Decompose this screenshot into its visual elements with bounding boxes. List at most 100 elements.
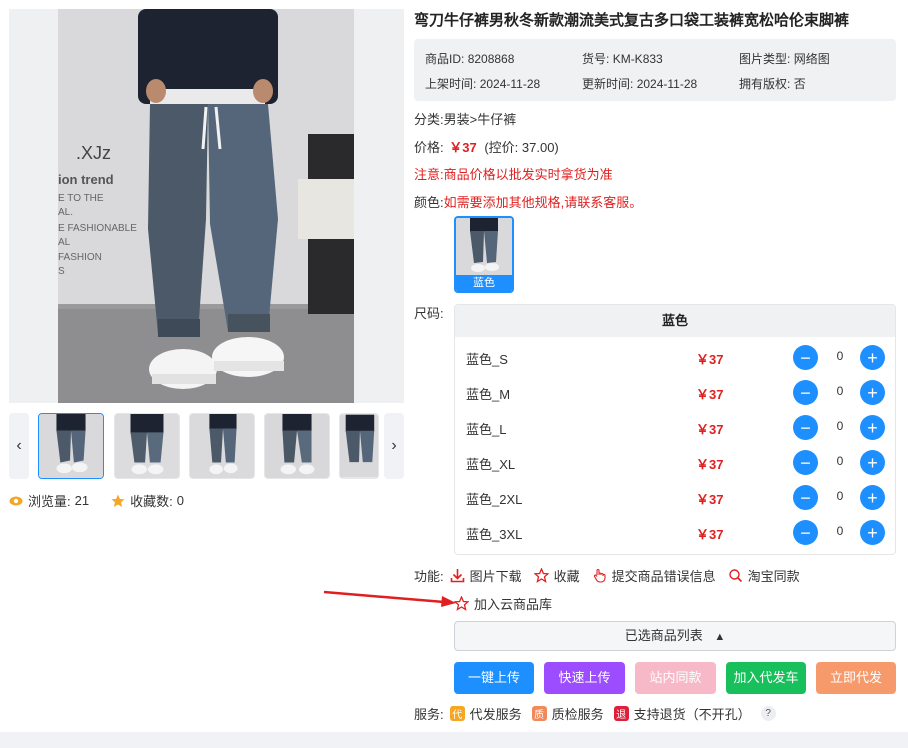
qty-value[interactable]: 0 — [829, 454, 851, 468]
thumbnail[interactable] — [339, 413, 379, 479]
qty-increase-button[interactable]: + — [860, 380, 885, 405]
qty-increase-button[interactable]: + — [860, 450, 885, 475]
product-info-box: 商品ID: 8208868 货号: KM-K833 图片类型: 网络图 上架时间… — [414, 39, 896, 101]
taobao-same-link[interactable]: 淘宝同款 — [728, 566, 800, 585]
add-dropship-cart-button[interactable]: 加入代发车 — [726, 662, 806, 694]
thumbnail[interactable] — [38, 413, 104, 479]
size-price: ￥37 — [696, 527, 724, 542]
size-name: 蓝色_2XL — [466, 492, 523, 507]
thumbnail-image — [115, 414, 179, 478]
qty-decrease-button[interactable]: − — [793, 415, 818, 440]
info-image-type-label: 图片类型: — [739, 52, 791, 66]
overlay-line: ion trend — [58, 172, 114, 187]
thumbnail[interactable] — [114, 413, 180, 479]
minus-icon: − — [800, 382, 811, 403]
info-id: 商品ID: 8208868 — [425, 50, 514, 67]
add-cloud-library-label: 加入云商品库 — [474, 597, 553, 612]
qty-increase-button[interactable]: + — [860, 485, 885, 510]
info-updated-label: 更新时间: — [582, 77, 634, 91]
size-row: 蓝色_3XL ￥37 − 0 + — [455, 516, 895, 550]
chevron-right-icon: › — [391, 437, 397, 454]
selected-products-toggle[interactable]: 已选商品列表 ▲ — [454, 621, 896, 651]
one-click-upload-button[interactable]: 一键上传 — [454, 662, 534, 694]
plus-icon: + — [867, 382, 878, 403]
size-row: 蓝色_S ￥37 − 0 + — [455, 341, 895, 375]
info-id-value: 8208868 — [467, 52, 515, 66]
qty-decrease-button[interactable]: − — [793, 380, 818, 405]
qty-value[interactable]: 0 — [829, 349, 851, 363]
qty-increase-button[interactable]: + — [860, 345, 885, 370]
thumbnail-strip: ‹ › — [9, 413, 404, 479]
color-swatch-blue[interactable]: 蓝色 — [454, 216, 514, 293]
main-product-image[interactable]: .XJz ion trend E TO THE AL. E FASHIONABL… — [9, 9, 404, 403]
views-value: 21 — [74, 493, 90, 508]
info-sku-value: KM-K833 — [612, 52, 663, 66]
qty-decrease-button[interactable]: − — [793, 485, 818, 510]
star-icon — [111, 494, 125, 508]
product-title: 弯刀牛仔裤男秋冬新款潮流美式复古多口袋工装裤宽松哈伦束脚裤 — [414, 12, 850, 29]
overlay-brand: .XJz — [76, 143, 111, 163]
overlay-line: FASHION — [58, 252, 102, 263]
info-sku: 货号: KM-K833 — [582, 50, 663, 67]
info-sku-label: 货号: — [582, 52, 610, 66]
search-icon — [728, 568, 743, 583]
info-copyright: 拥有版权: 否 — [739, 75, 806, 92]
dropship-badge-icon: 代 — [449, 705, 465, 721]
qty-decrease-button[interactable]: − — [793, 345, 818, 370]
info-listed: 上架时间: 2024-11-28 — [425, 75, 540, 92]
info-listed-label: 上架时间: — [425, 77, 477, 91]
qty-decrease-button[interactable]: − — [793, 450, 818, 475]
quick-upload-button[interactable]: 快速上传 — [544, 662, 625, 694]
dropship-now-button[interactable]: 立即代发 — [816, 662, 896, 694]
favorite-link[interactable]: 收藏 — [533, 566, 580, 585]
price-control: (控价: 37.00) — [484, 140, 559, 155]
views-label: 浏览量: — [28, 494, 71, 509]
chevron-left-icon: ‹ — [16, 437, 22, 454]
thumbnail-image — [265, 414, 329, 478]
size-name: 蓝色_XL — [466, 457, 516, 472]
minus-icon: − — [800, 487, 811, 508]
thumbnail[interactable] — [264, 413, 330, 479]
qty-value[interactable]: 0 — [829, 489, 851, 503]
price-row: 价格: ￥37 (控价: 37.00) — [414, 139, 559, 157]
size-table-header: 蓝色 — [455, 305, 895, 337]
thumbnail[interactable] — [189, 413, 255, 479]
thumb-next-button[interactable]: › — [384, 413, 404, 479]
qty-value[interactable]: 0 — [829, 419, 851, 433]
qty-decrease-button[interactable]: − — [793, 520, 818, 545]
views-stat: 浏览量: 21 — [9, 491, 89, 510]
qty-value[interactable]: 0 — [829, 524, 851, 538]
quality-badge-icon: 质 — [531, 705, 547, 721]
eye-icon — [9, 494, 23, 508]
help-icon[interactable]: ? — [760, 705, 776, 721]
same-site-button[interactable]: 站内同款 — [635, 662, 716, 694]
thumb-prev-button[interactable]: ‹ — [9, 413, 29, 479]
favorites-value: 0 — [176, 493, 184, 508]
triangle-up-icon: ▲ — [714, 631, 726, 643]
image-download-link[interactable]: 图片下载 — [450, 566, 522, 585]
info-image-type: 图片类型: 网络图 — [739, 50, 830, 67]
plus-icon: + — [867, 487, 878, 508]
plus-icon: + — [867, 452, 878, 473]
color-label: 颜色: — [414, 195, 444, 210]
qty-value[interactable]: 0 — [829, 384, 851, 398]
info-id-label: 商品ID: — [425, 52, 465, 66]
qty-increase-button[interactable]: + — [860, 520, 885, 545]
size-name: 蓝色_3XL — [466, 527, 523, 542]
qty-increase-button[interactable]: + — [860, 415, 885, 440]
price-label: 价格: — [414, 140, 444, 155]
swatch-label: 蓝色 — [456, 275, 512, 291]
size-price: ￥37 — [696, 352, 724, 367]
info-image-type-value: 网络图 — [793, 52, 830, 66]
size-label-row: 尺码: — [414, 305, 444, 323]
annotation-arrow-icon — [323, 590, 456, 607]
add-cloud-library-link[interactable]: 加入云商品库 — [454, 594, 552, 613]
size-price: ￥37 — [696, 422, 724, 437]
info-updated-value: 2024-11-28 — [636, 77, 698, 91]
notice-text: 商品价格以批发实时拿货为准 — [443, 167, 613, 182]
plus-icon: + — [867, 522, 878, 543]
minus-icon: − — [800, 417, 811, 438]
color-row: 颜色:如需要添加其他规格,请联系客服。 — [414, 194, 642, 212]
price-value: ￥37 — [449, 140, 477, 155]
report-error-link[interactable]: 提交商品错误信息 — [592, 566, 716, 585]
